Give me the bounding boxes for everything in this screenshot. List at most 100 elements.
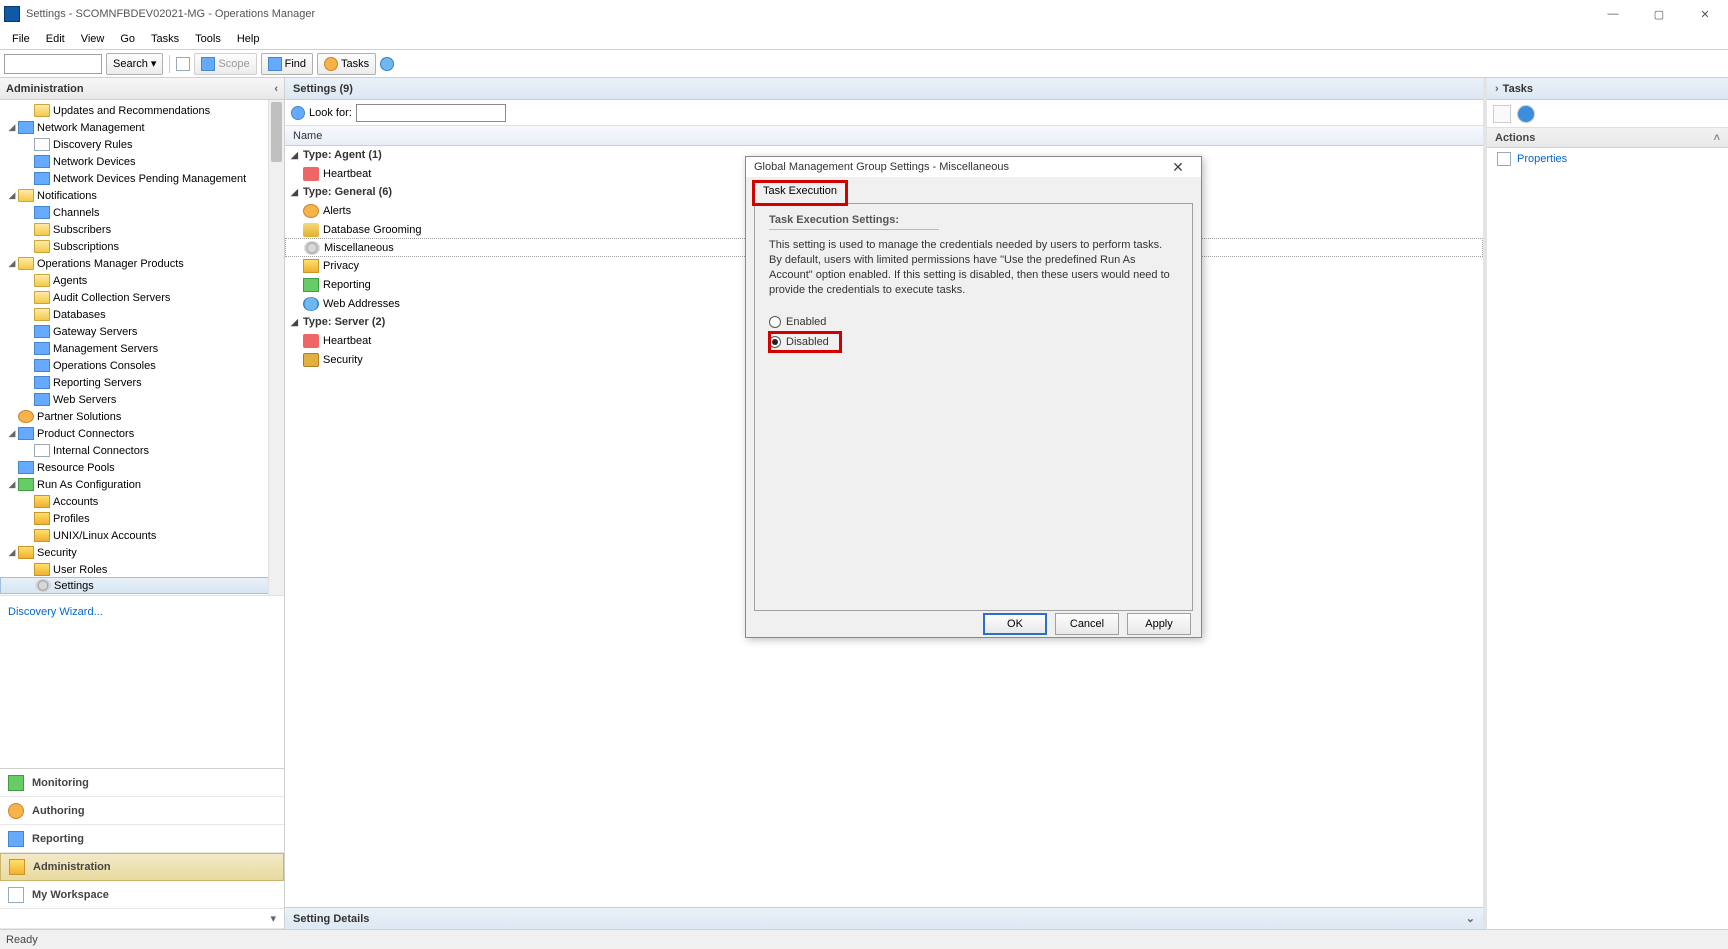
tree-node[interactable]: ◢Product Connectors [0, 425, 284, 442]
minimize-button[interactable]: — [1590, 0, 1636, 28]
radio-disabled-indicator [769, 336, 781, 348]
toolbar-find-button[interactable]: Find [261, 53, 313, 75]
menu-go[interactable]: Go [112, 31, 143, 47]
tree-item-icon [18, 257, 34, 270]
tree-node[interactable]: Accounts [0, 493, 284, 510]
tree-node[interactable]: Subscribers [0, 221, 284, 238]
maximize-button[interactable]: ▢ [1636, 0, 1682, 28]
tasks-clipboard-icon[interactable] [1493, 105, 1511, 123]
expander-icon[interactable]: ◢ [6, 479, 18, 490]
expander-icon[interactable]: ◢ [6, 547, 18, 558]
tree-node[interactable]: ◢Run As Configuration [0, 476, 284, 493]
status-bar: Ready [0, 929, 1728, 949]
expander-icon[interactable]: ◢ [6, 190, 18, 201]
details-header[interactable]: Setting Details ⌄ [285, 907, 1483, 929]
tree-item-icon [34, 342, 50, 355]
toolbar-search-button[interactable]: Search ▾ [106, 53, 163, 75]
expander-icon[interactable]: ◢ [6, 428, 18, 439]
tree-item-label: Discovery Rules [53, 139, 132, 151]
overrides-icon[interactable] [176, 57, 190, 71]
tree-node[interactable]: Subscriptions [0, 238, 284, 255]
tree-node[interactable]: ◢Security [0, 544, 284, 561]
chevron-down-icon[interactable]: ⌄ [1466, 912, 1475, 925]
tree-node[interactable]: Network Devices [0, 153, 284, 170]
tree-node[interactable]: Network Devices Pending Management [0, 170, 284, 187]
menu-edit[interactable]: Edit [38, 31, 73, 47]
wunderbar-item[interactable]: Authoring [0, 797, 284, 825]
tree-node[interactable]: Resource Pools [0, 459, 284, 476]
radio-disabled-label: Disabled [786, 336, 829, 348]
cancel-button[interactable]: Cancel [1055, 613, 1119, 635]
group-header-label: Type: General (6) [303, 186, 392, 198]
close-button[interactable]: ✕ [1682, 0, 1728, 28]
wunderbar-overflow[interactable]: ▾ [0, 909, 284, 929]
group-expander-icon[interactable]: ◢ [291, 317, 303, 328]
tree-node[interactable]: UNIX/Linux Accounts [0, 527, 284, 544]
expander-icon[interactable]: ◢ [6, 258, 18, 269]
tree-node[interactable]: Partner Solutions [0, 408, 284, 425]
tree-node[interactable]: Profiles [0, 510, 284, 527]
dialog-titlebar[interactable]: Global Management Group Settings - Misce… [746, 157, 1201, 177]
chevron-up-icon[interactable]: ˄ [1714, 132, 1720, 144]
tree-item-icon [34, 274, 50, 287]
collapse-nav-icon[interactable]: ‹ [274, 83, 278, 95]
wunderbar-item[interactable]: Administration [0, 853, 284, 881]
tree-node[interactable]: Gateway Servers [0, 323, 284, 340]
tree-item-label: UNIX/Linux Accounts [53, 530, 156, 542]
help-icon[interactable] [380, 57, 394, 71]
discovery-wizard-link[interactable]: Discovery Wizard... [0, 596, 284, 628]
menu-tasks[interactable]: Tasks [143, 31, 187, 47]
wunderbar-icon [8, 887, 24, 903]
menu-help[interactable]: Help [229, 31, 268, 47]
radio-disabled[interactable]: Disabled [769, 332, 841, 352]
toolbar-search-input[interactable] [4, 54, 102, 74]
tree-node[interactable]: Reporting Servers [0, 374, 284, 391]
grid-column-header[interactable]: Name [285, 126, 1483, 146]
scrollbar-thumb[interactable] [271, 102, 282, 162]
apply-button[interactable]: Apply [1127, 613, 1191, 635]
app-icon [4, 6, 20, 22]
tree-node[interactable]: Discovery Rules [0, 136, 284, 153]
list-item-icon [303, 259, 319, 273]
navigation-tree[interactable]: Updates and Recommendations◢Network Mana… [0, 100, 284, 595]
actions-header[interactable]: Actions ˄ [1487, 128, 1728, 148]
tree-node[interactable]: Settings [0, 577, 284, 594]
radio-enabled[interactable]: Enabled [769, 312, 1178, 332]
toolbar-tasks-button[interactable]: Tasks [317, 53, 376, 75]
menu-file[interactable]: File [4, 31, 38, 47]
wunderbar-item[interactable]: Monitoring [0, 769, 284, 797]
column-name-header[interactable]: Name [293, 130, 322, 142]
menu-view[interactable]: View [73, 31, 113, 47]
action-item[interactable]: Properties [1487, 148, 1728, 170]
tab-task-execution[interactable]: Task Execution [754, 182, 846, 204]
tree-scrollbar[interactable] [268, 100, 284, 595]
group-expander-icon[interactable]: ◢ [291, 187, 303, 198]
tree-node[interactable]: Updates and Recommendations [0, 102, 284, 119]
tree-item-label: Notifications [37, 190, 97, 202]
expander-icon[interactable]: ◢ [6, 122, 18, 133]
tree-node[interactable]: ◢Network Management [0, 119, 284, 136]
tree-node[interactable]: Channels [0, 204, 284, 221]
tree-item-icon [34, 104, 50, 117]
tree-node[interactable]: Management Servers [0, 340, 284, 357]
menu-tools[interactable]: Tools [187, 31, 229, 47]
tree-node[interactable]: Audit Collection Servers [0, 289, 284, 306]
tree-node[interactable]: Internal Connectors [0, 442, 284, 459]
tree-node[interactable]: ◢ Notifications [0, 187, 284, 204]
tree-node[interactable]: Agents [0, 272, 284, 289]
wunderbar-item[interactable]: My Workspace [0, 881, 284, 909]
group-expander-icon[interactable]: ◢ [291, 150, 303, 161]
tree-node[interactable]: ◢Operations Manager Products [0, 255, 284, 272]
tree-node[interactable]: Operations Consoles [0, 357, 284, 374]
tree-item-label: Network Devices [53, 156, 136, 168]
lookfor-input[interactable] [356, 104, 506, 122]
dialog-close-button[interactable]: ✕ [1163, 159, 1193, 176]
tree-node[interactable]: Web Servers [0, 391, 284, 408]
tasks-help-icon[interactable] [1517, 105, 1535, 123]
tree-item-icon [34, 444, 50, 457]
wunderbar-label: Reporting [32, 833, 84, 845]
tree-node[interactable]: Databases [0, 306, 284, 323]
ok-button[interactable]: OK [983, 613, 1047, 635]
wunderbar-item[interactable]: Reporting [0, 825, 284, 853]
tree-node[interactable]: User Roles [0, 561, 284, 578]
